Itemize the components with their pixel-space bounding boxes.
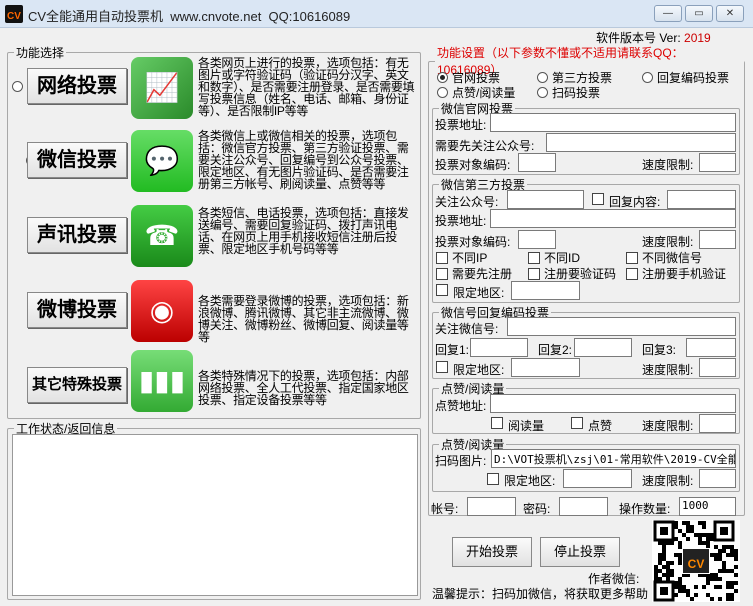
scan-speed-input[interactable] [699,469,736,488]
window-title: CV全能通用自动投票机 www.cnvote.net QQ:10616089 [28,9,351,24]
reply-content-checkbox[interactable] [592,193,604,205]
third-follow-input[interactable] [507,190,584,209]
count-label: 操作数量: [619,502,671,516]
region-checkbox[interactable] [436,284,448,296]
url-label: 投票地址: [435,118,487,132]
reply2-input[interactable] [574,338,632,357]
stop-vote-button[interactable]: 停止投票 [540,537,620,567]
third-reply-input[interactable] [667,190,736,209]
bar-chart-icon: ▮▮▮ [131,350,193,412]
mode-radio[interactable]: 回复编码投票 [642,69,729,86]
third-option-checkbox[interactable]: 需要先注册 [436,265,512,282]
code-label: 投票对象编码: [435,158,511,172]
account-label: 帐号: [431,502,459,516]
region-checkbox[interactable] [436,361,448,373]
title-bar: CV CV全能通用自动投票机 www.cnvote.net QQ:1061608… [0,0,753,28]
start-vote-button[interactable]: 开始投票 [452,537,532,567]
wechat-id-label: 关注微信号: [435,322,499,336]
region-label: 限定地区: [453,363,505,377]
option-button[interactable]: 微博投票 [27,292,127,328]
option-button[interactable]: 微信投票 [27,142,127,178]
third-option-checkbox[interactable]: 不同微信号 [626,249,702,266]
group-legend: 功能选择 [16,46,65,60]
mode-radio[interactable]: 扫码投票 [537,84,600,101]
official-code-input[interactable] [518,153,556,172]
close-button[interactable]: ✕ [716,5,744,22]
reply1-input[interactable] [470,338,528,357]
third-region-input[interactable] [511,281,580,300]
like-url-label: 点赞地址: [435,399,487,413]
third-url-input[interactable] [490,209,736,228]
reply-speed-input[interactable] [699,358,736,377]
url-label: 投票地址: [435,214,487,228]
phone-contact-icon: ☎ [131,205,193,267]
wechat-icon: 💬 [131,130,193,192]
option-button[interactable]: 网络投票 [27,68,127,104]
reply-region-input[interactable] [511,358,580,377]
code-label: 投票对象编码: [435,235,511,249]
option-button[interactable]: 其它特殊投票 [27,367,127,403]
mode-radio[interactable]: 点赞/阅读量 [437,84,515,101]
option-description: 各类微信上或微信相关的投票，选项包括：微信官方投票、第三方验证投票、需要关注公众… [198,129,409,191]
official-url-input[interactable] [490,113,736,132]
speed-label: 速度限制: [642,419,694,433]
speed-label: 速度限制: [642,235,694,249]
chart-growth-icon: 📈 [131,57,193,119]
speed-label: 速度限制: [642,363,694,377]
minimize-button[interactable]: — [654,5,682,22]
like-checkbox[interactable] [571,417,583,429]
reply3-input[interactable] [686,338,736,357]
reply3-label: 回复3: [642,343,677,357]
like-url-input[interactable] [490,394,736,413]
region-label: 限定地区: [504,474,556,488]
third-code-input[interactable] [518,230,556,249]
official-follow-input[interactable] [546,133,736,152]
third-option-checkbox[interactable]: 不同IP [436,249,487,266]
scan-image-label: 扫码图片: [435,454,487,468]
qr-logo: CV [682,548,710,574]
reply2-label: 回复2: [538,343,573,357]
status-textarea[interactable] [12,434,418,596]
app-logo-icon: CV [5,5,23,23]
hint-text: 温馨提示：扫码加微信，将获取更多帮助 [432,587,649,601]
scan-region-input[interactable] [563,469,632,488]
option-description: 各类特殊情况下的投票，选项包括：内部网络投票、全人工代投票、指定国家地区投票、指… [198,369,409,407]
option-description: 各类短信、电话投票，选项包括：直接发送编号、需要回复验证码、拨打声讯电话、在网页… [198,206,409,256]
third-speed-input[interactable] [699,230,736,249]
password-label: 密码: [523,502,551,516]
third-option-checkbox[interactable]: 不同ID [528,249,580,266]
follow-label: 需要先关注公众号: [435,139,535,153]
qr-code-icon: CV [652,520,740,602]
option-description: 各类需要登录微博的投票，选项包括：新浪微博、腾讯微博、其它非主流微博、微博关注、… [198,294,409,344]
option-button[interactable]: 声讯投票 [27,217,127,253]
like-label: 点赞 [588,419,613,433]
region-label: 限定地区: [453,286,505,300]
option-radio[interactable] [12,81,23,92]
like-speed-input[interactable] [699,414,736,433]
region-checkbox[interactable] [487,473,499,485]
official-speed-input[interactable] [699,153,736,172]
speed-label: 速度限制: [642,474,694,488]
count-input[interactable]: 1000 [679,497,736,516]
follow-label: 关注公众号: [435,195,499,209]
account-input[interactable] [467,497,516,516]
scan-image-input[interactable]: D:\VOT投票机\zsj\01-常用软件\2019-CV全能 [491,449,736,468]
third-option-checkbox[interactable]: 注册要验证码 [528,265,616,282]
third-option-checkbox[interactable]: 注册要手机验证 [626,265,726,282]
reply1-label: 回复1: [435,343,470,357]
maximize-button[interactable]: ▭ [685,5,713,22]
reply-label: 回复内容: [609,195,661,209]
read-label: 阅读量 [508,419,545,433]
option-description: 各类网页上进行的投票，选项包括：有无图片或字符验证码（验证码分汉字、英文和数字）… [198,56,415,118]
weibo-icon: ◉ [131,280,193,342]
reply-wechat-id-input[interactable] [507,317,736,336]
read-checkbox[interactable] [491,417,503,429]
speed-label: 速度限制: [642,158,694,172]
password-input[interactable] [559,497,608,516]
